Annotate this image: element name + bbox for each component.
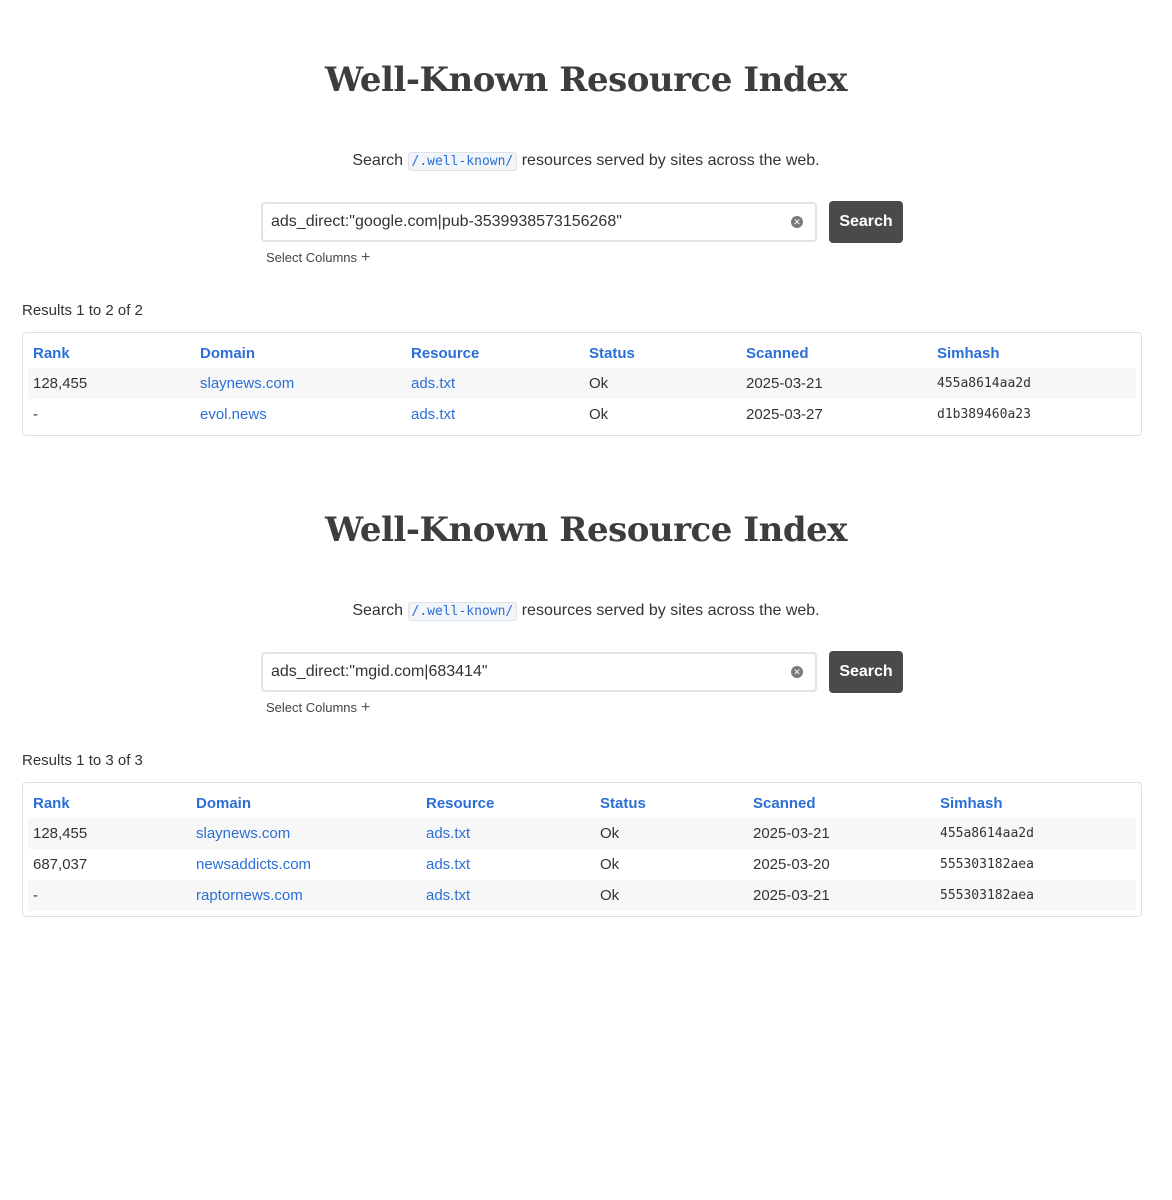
subtitle-text-before: Search	[352, 602, 404, 619]
page-title: Well-Known Resource Index	[324, 510, 848, 550]
column-header-domain[interactable]: Domain	[195, 338, 406, 368]
cell-domain: newsaddicts.com	[191, 849, 421, 880]
resource-link[interactable]: ads.txt	[426, 825, 470, 842]
cell-simhash: 455a8614aa2d	[935, 818, 1136, 849]
search-box: ✕	[261, 652, 817, 692]
clear-search-icon[interactable]: ✕	[791, 666, 803, 678]
column-header-rank[interactable]: Rank	[28, 338, 195, 368]
search-input[interactable]	[271, 204, 781, 240]
cell-resource: ads.txt	[406, 368, 584, 399]
resource-link[interactable]: ads.txt	[426, 856, 470, 873]
cell-status: Ok	[600, 856, 620, 873]
cell-status: Ok	[595, 818, 748, 849]
domain-link[interactable]: slaynews.com	[196, 825, 290, 842]
cell-rank: 128,455	[28, 368, 195, 399]
search-input[interactable]	[271, 654, 781, 690]
subtitle-text-after: resources served by sites across the web…	[521, 602, 820, 619]
search-button[interactable]: Search	[829, 201, 903, 243]
plus-icon: +	[361, 249, 371, 266]
select-columns-toggle[interactable]: Select Columns +	[266, 249, 370, 267]
domain-link[interactable]: newsaddicts.com	[196, 856, 311, 873]
well-known-code: /.well-known/	[407, 152, 518, 171]
cell-simhash: 455a8614aa2d	[932, 368, 1136, 399]
resource-link[interactable]: ads.txt	[411, 406, 455, 423]
cell-scanned: 2025-03-21	[748, 880, 935, 911]
column-header-simhash[interactable]: Simhash	[932, 338, 1136, 368]
table-row: - evol.news ads.txt Ok 2025-03-27 d1b389…	[28, 399, 1136, 430]
subtitle-text-before: Search	[352, 152, 404, 169]
page-title: Well-Known Resource Index	[324, 60, 848, 100]
resource-link[interactable]: ads.txt	[426, 887, 470, 904]
cell-resource: ads.txt	[421, 818, 595, 849]
cell-resource: ads.txt	[421, 849, 595, 880]
cell-scanned: 2025-03-21	[741, 368, 932, 399]
cell-domain: evol.news	[195, 399, 406, 430]
cell-status: Ok	[595, 880, 748, 911]
cell-scanned: 2025-03-20	[753, 856, 830, 873]
page-subtitle: Search /.well-known/ resources served by…	[0, 152, 1172, 171]
search-button[interactable]: Search	[829, 651, 903, 693]
cell-status: Ok	[589, 406, 609, 423]
domain-link[interactable]: slaynews.com	[200, 375, 294, 392]
domain-link[interactable]: raptornews.com	[196, 887, 303, 904]
cell-scanned: 2025-03-27	[746, 406, 823, 423]
results-table-container: Rank Domain Resource Status Scanned Simh…	[22, 782, 1142, 917]
column-header-rank[interactable]: Rank	[28, 788, 191, 818]
column-header-scanned[interactable]: Scanned	[748, 788, 935, 818]
cell-rank: 128,455	[28, 818, 191, 849]
cell-domain: slaynews.com	[191, 818, 421, 849]
results-table: Rank Domain Resource Status Scanned Simh…	[28, 788, 1136, 911]
cell-resource: ads.txt	[421, 880, 595, 911]
table-header-row: Rank Domain Resource Status Scanned Simh…	[28, 338, 1136, 368]
cell-simhash: d1b389460a23	[937, 407, 1031, 422]
table-row: 687,037 newsaddicts.com ads.txt Ok 2025-…	[28, 849, 1136, 880]
page-subtitle: Search /.well-known/ resources served by…	[0, 602, 1172, 621]
column-header-status[interactable]: Status	[584, 338, 741, 368]
table-row: 128,455 slaynews.com ads.txt Ok 2025-03-…	[28, 368, 1136, 399]
select-columns-label: Select Columns	[266, 250, 358, 265]
select-columns-toggle[interactable]: Select Columns +	[266, 699, 370, 717]
column-header-domain[interactable]: Domain	[191, 788, 421, 818]
column-header-scanned[interactable]: Scanned	[741, 338, 932, 368]
cell-domain: raptornews.com	[191, 880, 421, 911]
cell-rank: -	[33, 406, 38, 423]
results-count: Results 1 to 3 of 3	[22, 752, 143, 769]
clear-search-icon[interactable]: ✕	[791, 216, 803, 228]
column-header-simhash[interactable]: Simhash	[935, 788, 1136, 818]
cell-rank: -	[28, 880, 191, 911]
results-table: Rank Domain Resource Status Scanned Simh…	[28, 338, 1136, 430]
table-row: - raptornews.com ads.txt Ok 2025-03-21 5…	[28, 880, 1136, 911]
cell-rank: 687,037	[33, 856, 88, 873]
resource-link[interactable]: ads.txt	[411, 375, 455, 392]
column-header-resource[interactable]: Resource	[421, 788, 595, 818]
table-header-row: Rank Domain Resource Status Scanned Simh…	[28, 788, 1136, 818]
domain-link[interactable]: evol.news	[200, 406, 267, 423]
results-table-container: Rank Domain Resource Status Scanned Simh…	[22, 332, 1142, 436]
cell-resource: ads.txt	[406, 399, 584, 430]
cell-status: Ok	[584, 368, 741, 399]
plus-icon: +	[361, 699, 371, 716]
select-columns-label: Select Columns	[266, 700, 358, 715]
cell-simhash: 555303182aea	[940, 857, 1034, 872]
search-box: ✕	[261, 202, 817, 242]
cell-domain: slaynews.com	[195, 368, 406, 399]
well-known-code: /.well-known/	[407, 602, 518, 621]
subtitle-text-after: resources served by sites across the web…	[521, 152, 820, 169]
column-header-status[interactable]: Status	[595, 788, 748, 818]
cell-scanned: 2025-03-21	[748, 818, 935, 849]
results-count: Results 1 to 2 of 2	[22, 302, 143, 319]
column-header-resource[interactable]: Resource	[406, 338, 584, 368]
cell-simhash: 555303182aea	[935, 880, 1136, 911]
table-row: 128,455 slaynews.com ads.txt Ok 2025-03-…	[28, 818, 1136, 849]
